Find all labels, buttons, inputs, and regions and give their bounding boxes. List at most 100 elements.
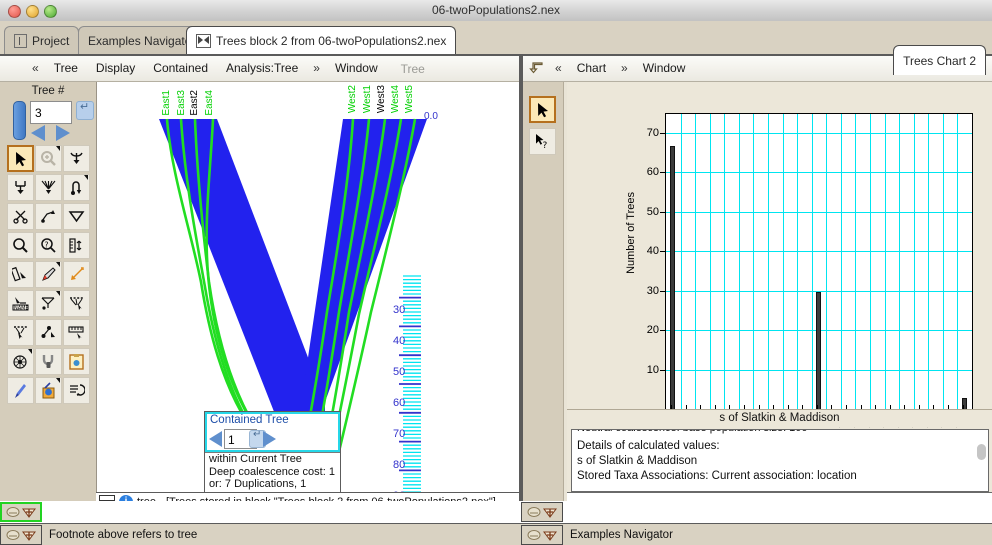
right-status-row-2: Examples Navigator [521,523,992,545]
contained-tree-popup-header: Contained Tree 1 [205,412,340,453]
tree-scroll-handle[interactable] [13,101,26,140]
menu-analysis-tree[interactable]: Analysis:Tree [217,56,307,81]
rotate-tool[interactable] [63,377,90,404]
tab-trees-chart[interactable]: Trees Chart 2 [893,45,986,75]
menu-prev-left[interactable]: « [26,56,45,81]
left-footnote-toggle-2[interactable] [0,525,42,545]
right-footnote-toggle-1[interactable] [521,502,563,522]
arrow-tool[interactable] [7,145,34,172]
chart-y-tick-label: 10 [631,364,659,376]
taxon-label: West3 [376,85,387,113]
left-footnote-toggle-1[interactable] [0,502,42,522]
paintbrush-tool[interactable] [7,377,34,404]
chart-gridline-vertical [870,114,871,410]
chart-y-tick-mark [660,133,665,134]
chart-y-tick-label: 20 [631,324,659,336]
chart-gridline-vertical [885,114,886,410]
chart-gridline-vertical [826,114,827,410]
chart-pane-body: ? 10203040506070 11.11.21.31.41.51.61.71… [523,82,992,511]
tree-prev-button[interactable] [31,125,45,141]
tree-number-input[interactable]: 3 [30,101,72,124]
measure-tool[interactable] [7,261,34,288]
chart-gridline-vertical [710,114,711,410]
popup-line: Deep coalescence cost: 1 [209,466,336,479]
tab-examples-navigator-label: Examples Navigator [88,34,195,48]
select-terminals-tool[interactable] [63,290,90,317]
taxon-label: West2 [347,85,358,113]
chart-gridline-vertical [914,114,915,410]
details-clipped-line: Neutral coalescence: base population siz… [577,429,808,434]
chart-gridline-vertical [739,114,740,410]
details-scrollbar-thumb[interactable] [977,444,986,460]
chart-gridline-vertical [812,114,813,410]
cut-branch-tool[interactable] [7,203,34,230]
contained-tree-prev-button[interactable] [209,431,222,447]
depth-tick-label: 80 [393,459,405,471]
chart-y-tick-label: 60 [631,166,659,178]
scale-bar-tool[interactable] [63,319,90,346]
chart-banner: s of Slatkin & Maddison [567,409,992,427]
tab-trees-block-label: Trees block 2 from 06-twoPopulations2.ne… [216,34,446,48]
magnet-tool[interactable] [35,348,62,375]
pen-tool[interactable] [35,261,62,288]
svg-text:NAME: NAME [14,305,29,311]
popup-line: within Current Tree [209,453,336,466]
menu-next-right[interactable]: » [615,56,634,81]
root-tool[interactable] [63,145,90,172]
menu-window-right[interactable]: Window [634,56,695,81]
ladderize-tool[interactable] [35,174,62,201]
zoom-tool[interactable] [7,232,34,259]
chart-gridline-vertical [783,114,784,410]
branch-attach-tool[interactable] [35,290,62,317]
menu-window-left[interactable]: Window [326,56,387,81]
wheel-tool[interactable] [7,348,34,375]
info-query-tool[interactable]: ? [35,232,62,259]
tree-number-control: Tree # 3 [0,82,96,144]
chart-plot-area[interactable] [665,113,973,411]
select-clade-tool[interactable] [7,319,34,346]
menu-prev-right[interactable]: « [549,56,568,81]
tree-tool-palette: Tree # 3 [0,82,96,511]
tree-canvas[interactable]: East1 East3 East2 East4 West2 West1 West… [96,82,519,511]
chart-bar[interactable] [816,292,821,410]
color-tool[interactable] [35,377,62,404]
menu-display[interactable]: Display [87,56,144,81]
tab-trees-block[interactable]: Trees block 2 from 06-twoPopulations2.ne… [186,26,456,54]
menu-chart[interactable]: Chart [568,56,615,81]
right-footnote-toggle-2[interactable] [521,525,563,545]
chart-arrow-tool[interactable] [529,96,556,123]
name-tool[interactable]: NAME [7,290,34,317]
chart-gridline-horizontal [666,172,972,173]
select-branch-tool[interactable] [63,261,90,288]
chart-y-tick-label: 30 [631,285,659,297]
details-line: Stored Taxa Associations: Current associ… [577,470,857,482]
collapse-tool[interactable] [63,203,90,230]
move-branch-tool[interactable] [35,203,62,230]
chart-bar[interactable] [670,146,675,410]
magnify-tool[interactable] [35,145,62,172]
clipboard-tool[interactable] [63,348,90,375]
menu-next-left[interactable]: » [307,56,326,81]
tree-number-enter-button[interactable] [76,101,94,120]
branch-move-tool[interactable] [7,174,34,201]
menu-tree[interactable]: Tree [45,56,87,81]
chart-gridline-horizontal [666,133,972,134]
reroot-tool[interactable] [63,174,90,201]
chevron-down-icon [56,378,60,383]
pane-corner-icon[interactable] [523,56,549,81]
tab-trees-chart-label: Trees Chart 2 [903,54,976,68]
depth-tick-label: 60 [393,397,405,409]
ruler-branch-tool[interactable] [63,232,90,259]
chart-gridline-vertical [855,114,856,410]
contained-tree-next-button[interactable] [263,431,276,447]
window-title: 06-twoPopulations2.nex [0,3,992,17]
left-status-row-1 [0,501,521,523]
node-tool[interactable] [35,319,62,346]
chart-details-box[interactable]: Neutral coalescence: base population siz… [571,429,989,492]
details-line: s of Slatkin & Maddison [577,455,697,467]
tab-project[interactable]: Project [4,26,79,54]
chart-y-tick-mark [660,291,665,292]
tree-next-button[interactable] [56,125,70,141]
chart-info-tool[interactable]: ? [529,128,556,155]
menu-contained[interactable]: Contained [144,56,217,81]
